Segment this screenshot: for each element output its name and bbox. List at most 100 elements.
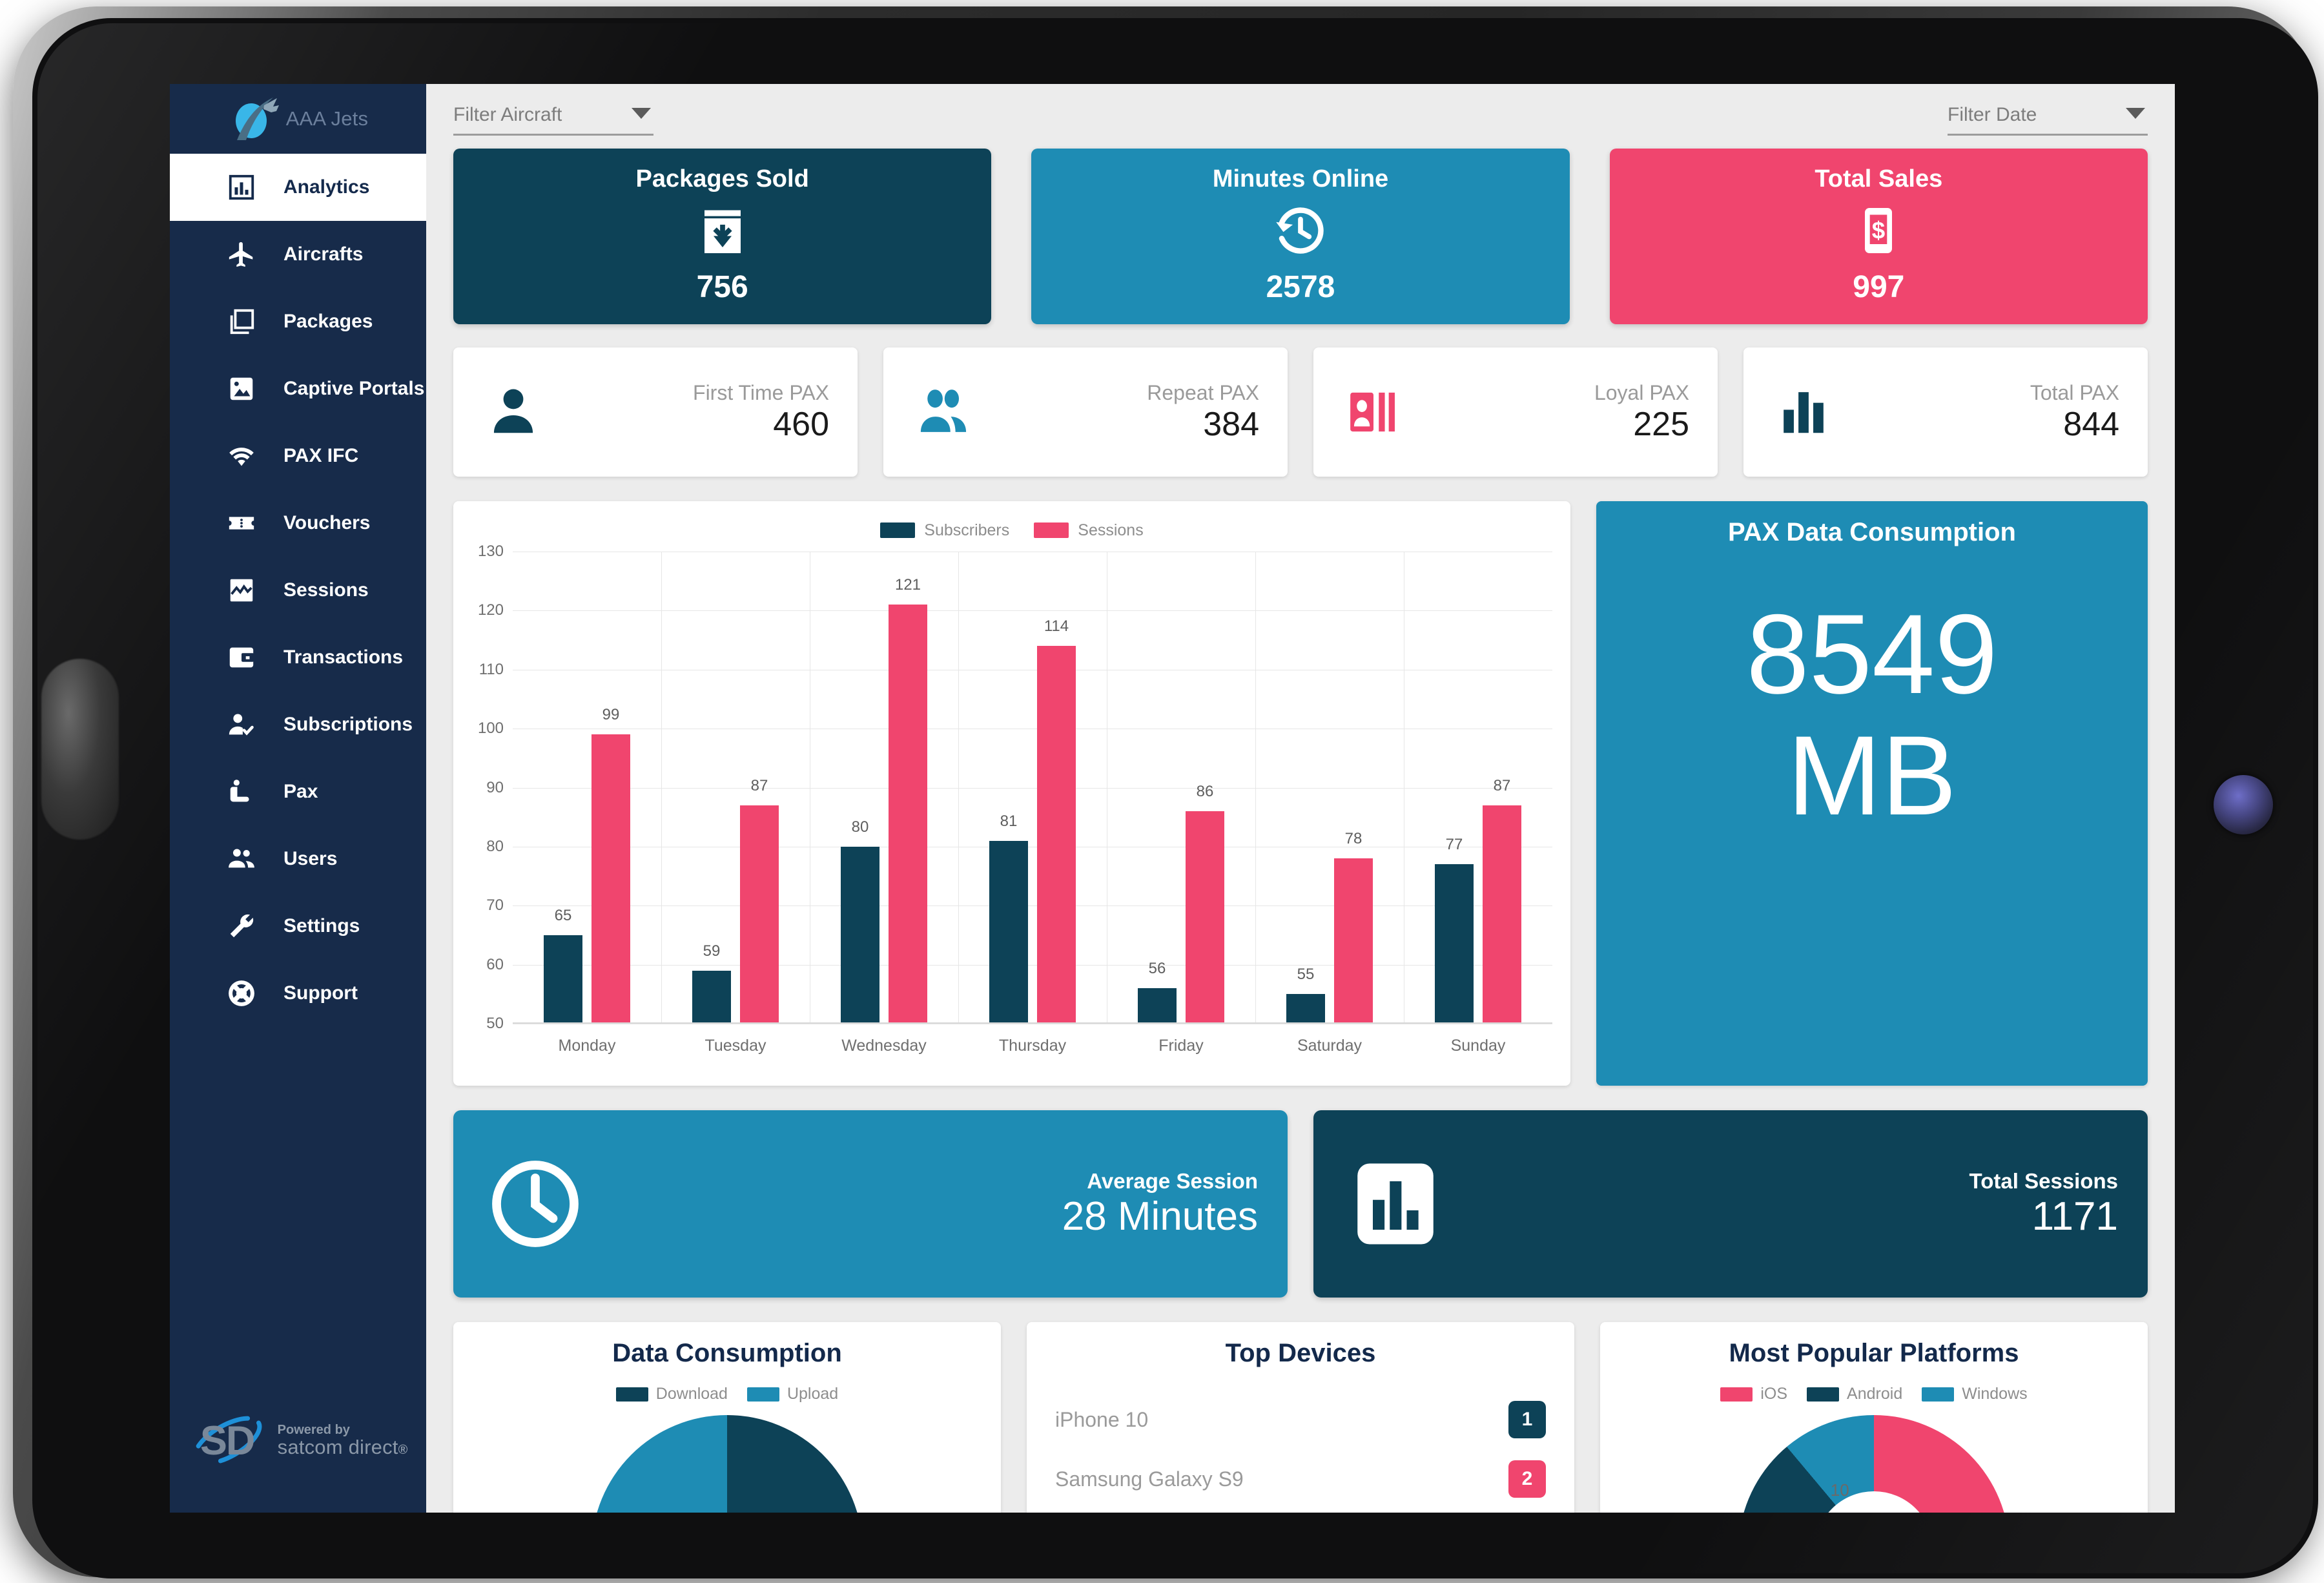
sidebar-item-sessions[interactable]: Sessions	[170, 557, 426, 624]
sidebar-item-vouchers[interactable]: Vouchers	[170, 490, 426, 557]
camera-lens-icon	[2214, 775, 2273, 834]
bar[interactable]: 65	[544, 907, 582, 1024]
donut-chart: 10	[1738, 1415, 2010, 1513]
bottom-charts-row: Data Consumption Download Upload Top Dev…	[453, 1322, 2148, 1513]
bar-value-label: 77	[1445, 836, 1463, 854]
legend-item-subscribers[interactable]: Subscribers	[880, 521, 1009, 540]
tablet-screen: AAA Jets Analytics Aircrafts Packages Ca…	[170, 84, 2175, 1513]
platforms-title: Most Popular Platforms	[1729, 1339, 2019, 1367]
bar[interactable]: 99	[591, 706, 630, 1024]
sidebar-item-label: Vouchers	[283, 512, 371, 533]
packages-icon	[227, 307, 256, 336]
legend-swatch	[1807, 1387, 1840, 1402]
total-sessions-card[interactable]: Total Sessions 1171	[1313, 1110, 2148, 1298]
kpi-value: 756	[696, 270, 748, 304]
aaa-jets-logo-icon	[228, 95, 280, 143]
y-axis-tick: 80	[486, 837, 504, 855]
filter-aircraft-select[interactable]: Filter Aircraft	[453, 104, 653, 136]
sidebar-item-analytics[interactable]: Analytics	[170, 154, 426, 221]
powered-by-label: Powered by	[277, 1423, 350, 1438]
bar-group: 81 114	[958, 552, 1107, 1024]
image-icon	[227, 374, 256, 404]
data-consumption-title: Data Consumption	[612, 1339, 842, 1367]
volume-rocker-button[interactable]	[41, 659, 119, 840]
pax-label: First Time PAX	[693, 380, 829, 404]
sd-orbit-icon: SD	[189, 1403, 266, 1479]
kpi-title: Minutes Online	[1212, 165, 1389, 192]
sidebar-item-transactions[interactable]: Transactions	[170, 624, 426, 691]
data-consumption-card: Data Consumption Download Upload	[453, 1322, 1001, 1513]
bar-group: 77 87	[1404, 552, 1552, 1024]
list-item[interactable]: Samsung Galaxy S9 2	[1055, 1449, 1546, 1509]
y-axis-tick: 100	[477, 719, 504, 738]
y-axis-tick: 120	[477, 601, 504, 619]
pax-metrics-row: First Time PAX 460 Repeat PAX 384 Loyal …	[453, 347, 2148, 477]
pax-data-consumption-card[interactable]: PAX Data Consumption 8549 MB	[1596, 501, 2148, 1086]
average-session-card[interactable]: Average Session 28 Minutes	[453, 1110, 1288, 1298]
sidebar-item-label: Subscriptions	[283, 714, 413, 735]
bar-value-label: 99	[602, 706, 620, 724]
filter-date-select[interactable]: Filter Date	[1948, 104, 2148, 136]
bar-group: 55 78	[1255, 552, 1404, 1024]
chart-bars: 65 99 59 87 80 121 81 114 56 86 55 78 77 87	[513, 552, 1552, 1024]
device-name: Samsung Galaxy S9	[1055, 1467, 1244, 1491]
pax-card-repeat[interactable]: Repeat PAX 384	[883, 347, 1288, 477]
pax-value: 225	[1633, 405, 1689, 443]
bar[interactable]: 87	[1483, 777, 1521, 1024]
sidebar-item-aircrafts[interactable]: Aircrafts	[170, 221, 426, 288]
data-consumption-legend: Download Upload	[453, 1385, 1001, 1403]
pax-data-unit: MB	[1787, 713, 1957, 840]
kpi-value: 997	[1853, 270, 1905, 304]
bar[interactable]: 114	[1037, 617, 1076, 1024]
chevron-down-icon	[2126, 107, 2145, 119]
bar[interactable]: 77	[1435, 836, 1474, 1024]
legend-swatch	[1720, 1387, 1753, 1402]
bar[interactable]: 81	[989, 812, 1028, 1024]
bar[interactable]: 56	[1138, 960, 1177, 1024]
pie-chart: 75	[591, 1415, 863, 1513]
pax-card-total[interactable]: Total PAX 844	[1743, 347, 2148, 477]
x-axis-label: Friday	[1158, 1037, 1204, 1055]
list-item[interactable]: iPhone 10 1	[1055, 1390, 1546, 1449]
sidebar-item-users[interactable]: Users	[170, 825, 426, 893]
brand-logo[interactable]: AAA Jets	[170, 84, 426, 154]
kpi-card-minutes-online[interactable]: Minutes Online 2578	[1031, 149, 1570, 324]
legend-item-ios[interactable]: iOS	[1720, 1385, 1787, 1403]
kpi-card-packages-sold[interactable]: Packages Sold 756	[453, 149, 992, 324]
legend-item-upload[interactable]: Upload	[746, 1385, 838, 1403]
sidebar-item-settings[interactable]: Settings	[170, 893, 426, 960]
clock-icon	[487, 1155, 584, 1252]
bar[interactable]: 78	[1334, 830, 1373, 1024]
bar[interactable]: 87	[740, 777, 779, 1024]
pax-card-first-time[interactable]: First Time PAX 460	[453, 347, 858, 477]
wifi-icon	[227, 441, 256, 471]
legend-item-windows[interactable]: Windows	[1922, 1385, 2028, 1403]
package-download-icon	[695, 203, 750, 258]
person-icon	[486, 384, 541, 440]
legend-swatch	[1922, 1387, 1955, 1402]
kpi-card-total-sales[interactable]: Total Sales $ 997	[1609, 149, 2148, 324]
satcom-direct-logo: SD Powered by satcom direct®	[170, 1403, 426, 1479]
list-item[interactable]: 3	[1055, 1509, 1546, 1513]
sidebar-item-support[interactable]: Support	[170, 960, 426, 1027]
weekly-sessions-chart-card: Subscribers Sessions 50 60 70 80 90 100 110 120…	[453, 501, 1570, 1086]
sidebar-item-pax-ifc[interactable]: PAX IFC	[170, 422, 426, 490]
session-value: 28 Minutes	[1062, 1194, 1258, 1239]
bar[interactable]: 55	[1286, 966, 1325, 1024]
sidebar-item-subscriptions[interactable]: Subscriptions	[170, 691, 426, 758]
bar[interactable]: 80	[841, 818, 879, 1024]
sidebar-item-captive-portals[interactable]: Captive Portals	[170, 355, 426, 422]
bar[interactable]: 121	[889, 576, 927, 1024]
pax-card-loyal[interactable]: Loyal PAX 225	[1313, 347, 1718, 477]
legend-item-sessions[interactable]: Sessions	[1034, 521, 1144, 540]
bar[interactable]: 86	[1186, 783, 1224, 1024]
sidebar-item-pax[interactable]: Pax	[170, 758, 426, 825]
filter-date-label: Filter Date	[1948, 103, 2037, 125]
legend-item-download[interactable]: Download	[615, 1385, 728, 1403]
chart-axis-line	[513, 1022, 1552, 1024]
legend-item-android[interactable]: Android	[1807, 1385, 1902, 1403]
id-card-icon	[1346, 384, 1401, 440]
sidebar-item-label: Captive Portals	[283, 378, 425, 399]
bar[interactable]: 59	[692, 942, 731, 1024]
sidebar-item-packages[interactable]: Packages	[170, 288, 426, 355]
